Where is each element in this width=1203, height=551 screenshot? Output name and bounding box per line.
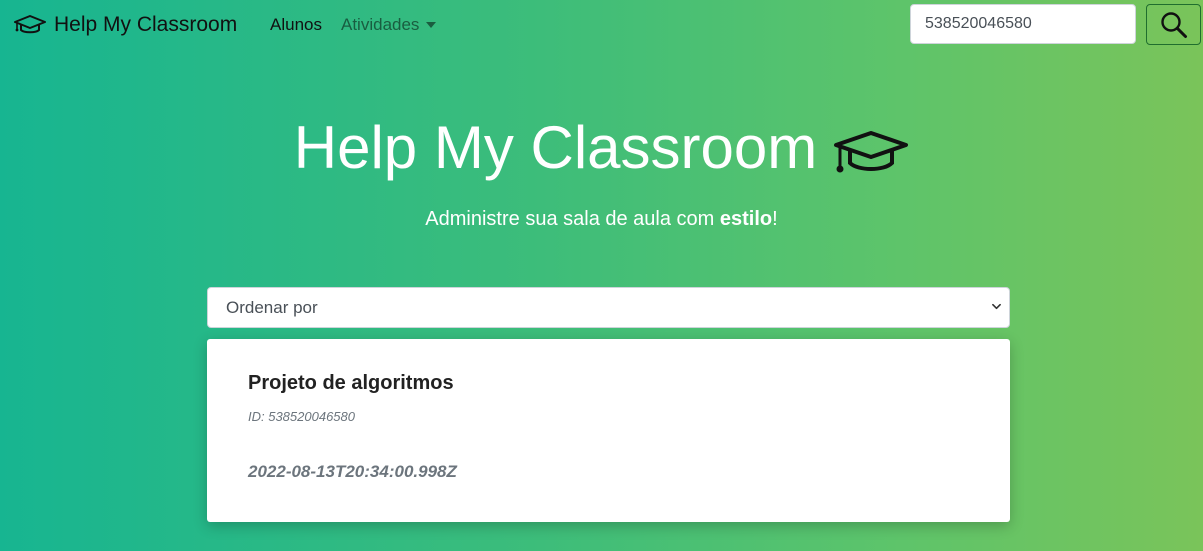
- caret-down-icon: [426, 22, 437, 28]
- activity-id: ID: 538520046580: [248, 409, 355, 424]
- navbar: Help My Classroom Alunos Atividades: [0, 0, 1203, 50]
- nav-link-alunos[interactable]: Alunos: [270, 14, 322, 36]
- graduation-cap-icon: [14, 15, 46, 34]
- hero-subtitle-prefix: Administre sua sala de aula com: [425, 208, 720, 230]
- brand-link[interactable]: Help My Classroom: [14, 10, 237, 40]
- hero-subtitle-suffix: !: [772, 208, 778, 230]
- chevron-down-icon: [992, 303, 1001, 310]
- sort-select[interactable]: Ordenar por: [207, 287, 1010, 328]
- graduation-cap-icon: [834, 131, 909, 173]
- hero-title: Help My Classroom: [0, 112, 1203, 184]
- activity-card[interactable]: Projeto de algoritmos ID: 538520046580 2…: [207, 339, 1010, 522]
- hero-title-text: Help My Classroom: [293, 114, 818, 181]
- nav-dropdown-label: Atividades: [341, 15, 420, 34]
- hero-subtitle-emphasis: estilo: [719, 208, 773, 230]
- activity-date: 2022-08-13T20:34:00.998Z: [248, 462, 457, 481]
- sort-select-value: Ordenar por: [226, 297, 318, 317]
- brand-label: Help My Classroom: [54, 13, 238, 36]
- search-input[interactable]: [910, 4, 1136, 44]
- search-icon: [1160, 11, 1187, 38]
- nav-dropdown-atividades[interactable]: Atividades: [341, 14, 437, 36]
- activity-title: Projeto de algoritmos: [248, 372, 454, 394]
- hero-subtitle: Administre sua sala de aula com estilo!: [0, 206, 1203, 232]
- search-button[interactable]: [1146, 4, 1201, 45]
